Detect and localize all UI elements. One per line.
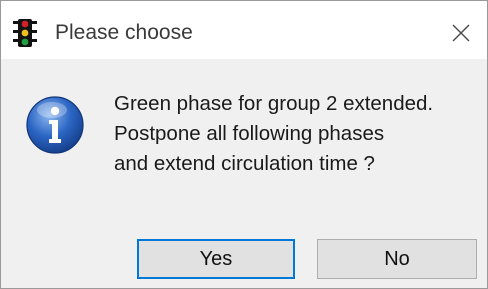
message-line-1: Green phase for group 2 extended. <box>114 92 434 115</box>
info-icon <box>26 96 84 154</box>
close-icon[interactable] <box>441 15 481 51</box>
window-title: Please choose <box>55 21 193 44</box>
message-line-2: Postpone all following phases <box>114 122 385 145</box>
yes-button[interactable]: Yes <box>137 239 295 279</box>
traffic-light-icon <box>13 19 37 47</box>
message-line-3: and extend circulation time ? <box>114 152 375 175</box>
title-bar[interactable]: Please choose <box>1 1 487 59</box>
no-button[interactable]: No <box>317 239 477 279</box>
message-text: Green phase for group 2 extended. Postpo… <box>114 89 433 179</box>
dialog-content: Green phase for group 2 extended. Postpo… <box>1 59 487 288</box>
message-dialog: Please choose Green phase for group 2 ex… <box>0 0 488 289</box>
